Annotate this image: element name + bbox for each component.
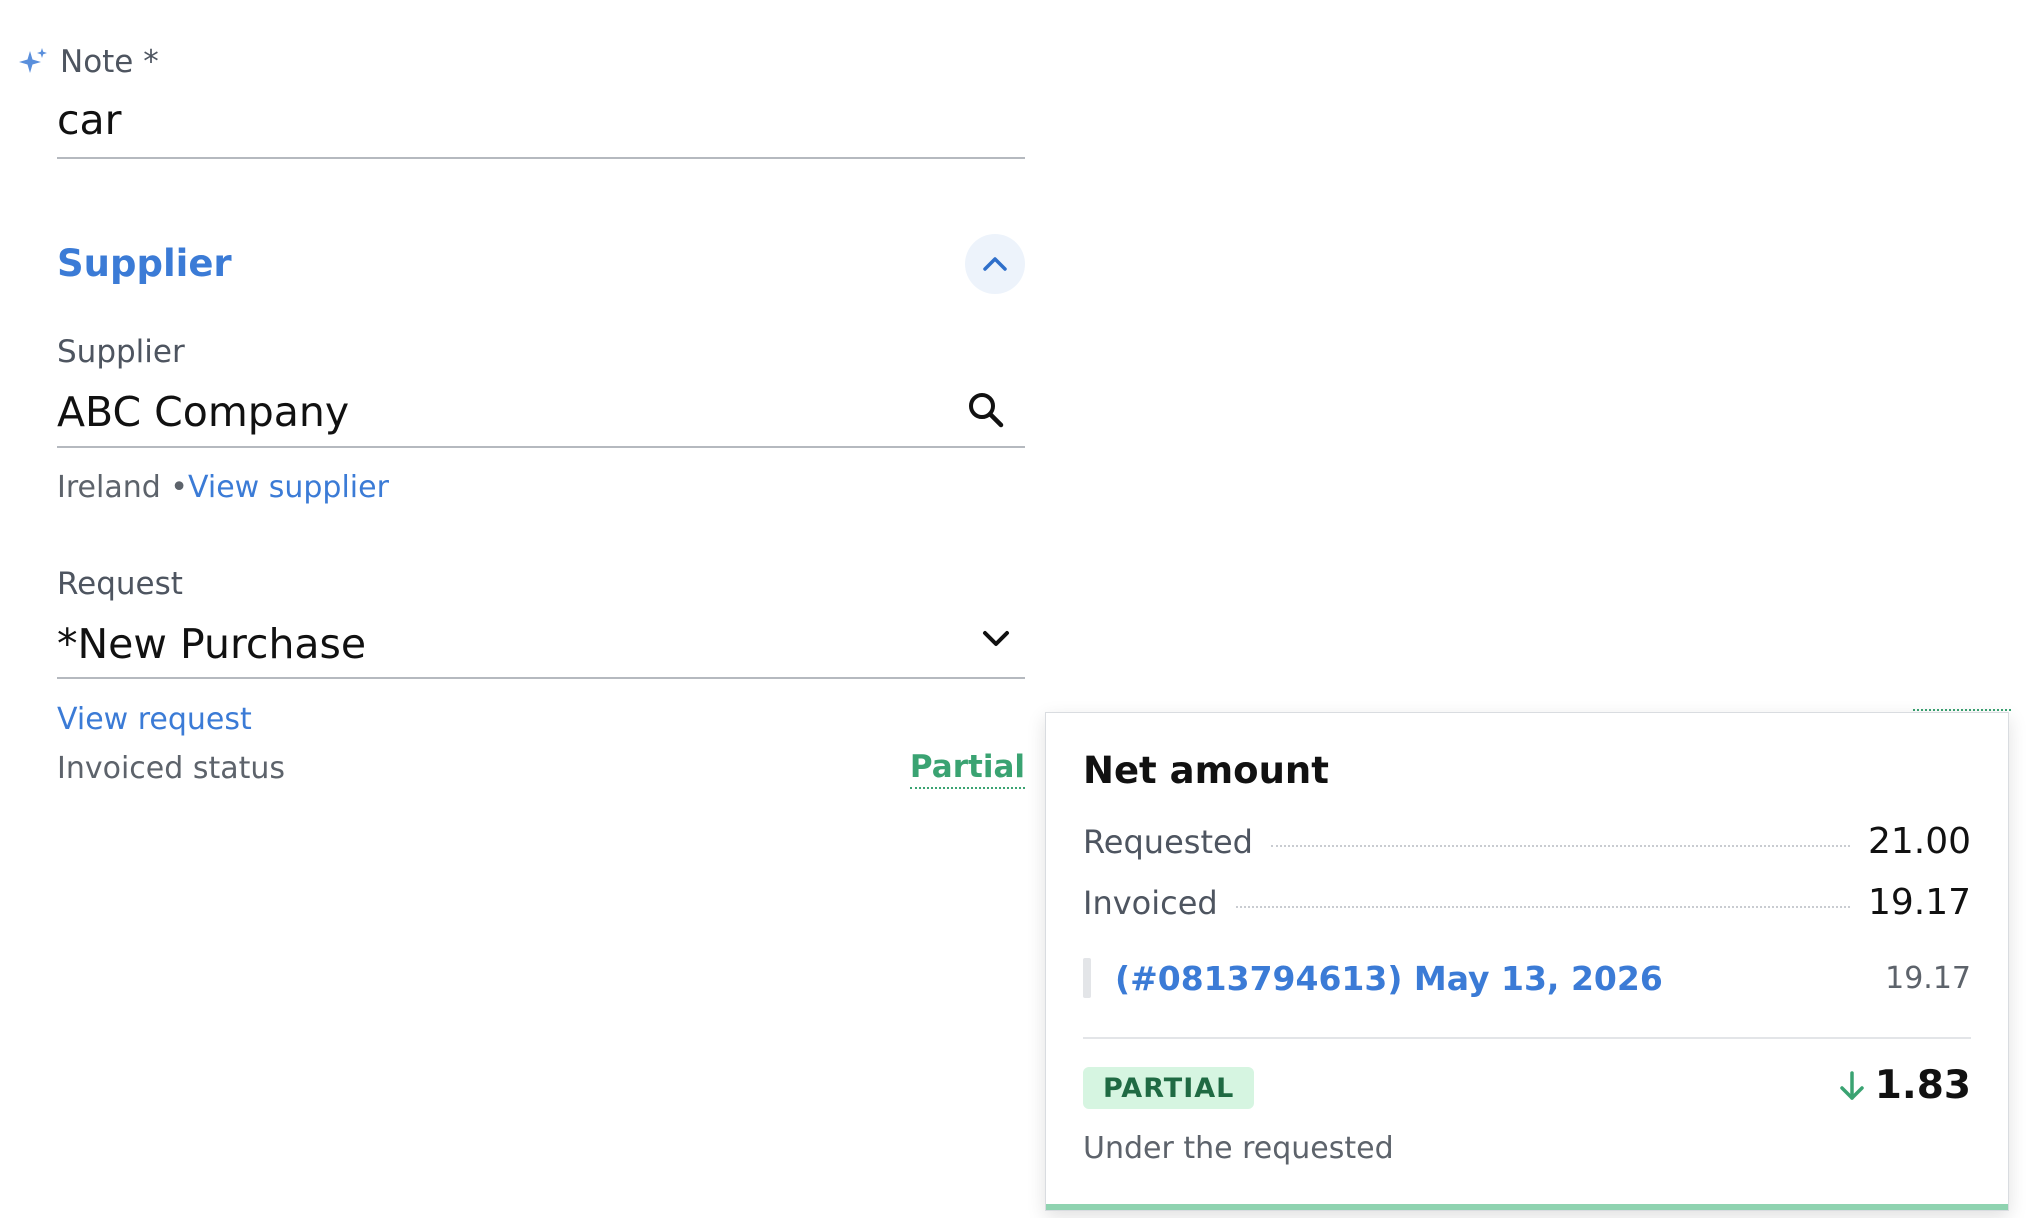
view-request-link[interactable]: View request	[57, 702, 252, 737]
popover-status-bar	[1046, 1204, 2008, 1210]
chevron-up-icon	[983, 257, 1007, 271]
supplier-country: Ireland •	[57, 470, 188, 505]
requested-label: Requested	[1083, 822, 1253, 861]
supplier-label: Supplier	[57, 334, 185, 370]
arrow-down-icon	[1840, 1070, 1864, 1100]
invoiced-value: 19.17	[1867, 882, 1971, 923]
collapse-section-button[interactable]	[965, 234, 1025, 294]
difference-amount: 1.83	[1837, 1063, 1971, 1108]
invoice-line-marker	[1083, 958, 1091, 998]
request-underline	[57, 677, 1025, 679]
requested-row: Requested 21.00	[1083, 821, 1971, 862]
note-underline	[57, 157, 1025, 159]
sparkle-icon	[19, 48, 47, 73]
net-amount-popover: Net amount Requested 21.00 Invoiced 19.1…	[1045, 712, 2009, 1211]
invoiced-row: Invoiced 19.17	[1083, 882, 1971, 923]
chevron-down-icon[interactable]	[980, 627, 1012, 651]
difference-value: 1.83	[1874, 1063, 1971, 1108]
search-icon[interactable]	[966, 390, 1006, 430]
supplier-underline	[57, 446, 1025, 448]
dotted-leader	[1235, 905, 1850, 908]
popover-title: Net amount	[1083, 749, 1329, 792]
request-label: Request	[57, 566, 183, 602]
supplier-section-title: Supplier	[57, 242, 232, 285]
supplier-input[interactable]: ABC Company	[57, 388, 349, 436]
popover-divider	[1083, 1037, 1971, 1039]
invoice-amount: 19.17	[1885, 960, 1971, 996]
note-label: Note *	[60, 44, 159, 80]
view-supplier-link[interactable]: View supplier	[188, 470, 389, 505]
note-input[interactable]: car	[57, 96, 122, 144]
request-select[interactable]: *New Purchase	[57, 620, 366, 668]
popover-anchor-marker	[1913, 709, 2011, 711]
invoiced-label: Invoiced	[1083, 883, 1218, 922]
invoice-link[interactable]: (#0813794613) May 13, 2026	[1115, 959, 1885, 998]
invoiced-status-label: Invoiced status	[57, 751, 286, 786]
invoice-line: (#0813794613) May 13, 2026 19.17	[1083, 958, 1971, 998]
note-label-row: Note *	[18, 44, 159, 80]
requested-value: 21.00	[1867, 821, 1971, 862]
dotted-leader	[1270, 844, 1850, 847]
difference-note: Under the requested	[1083, 1131, 1394, 1166]
supplier-meta: Ireland •View supplier	[57, 470, 389, 505]
invoiced-status-value[interactable]: Partial	[909, 749, 1025, 789]
status-badge: PARTIAL	[1083, 1067, 1255, 1109]
